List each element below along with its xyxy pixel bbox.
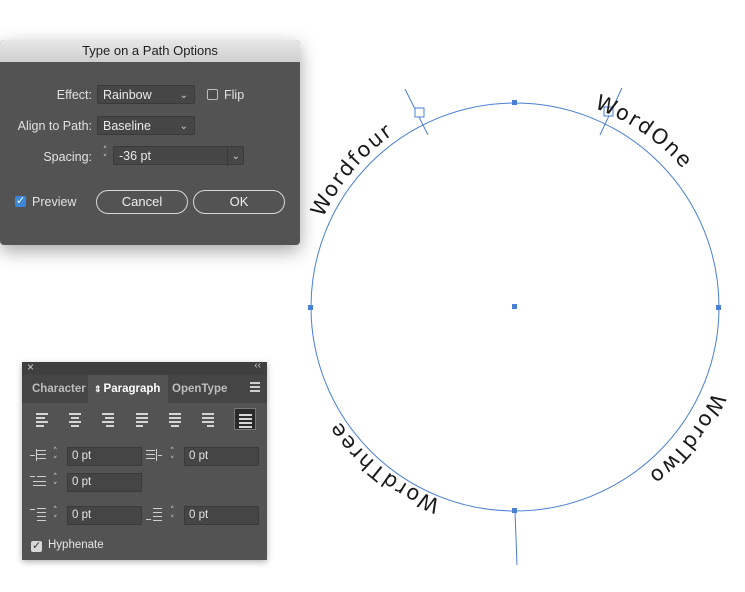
justify-last-left-button[interactable] [132,409,152,429]
anchor-bottom[interactable] [512,508,517,513]
anchor-right[interactable] [716,305,721,310]
center-bracket[interactable] [514,510,518,566]
paragraph-panel: × ‹‹ Character ⇕ Paragraph OpenType ˄ ˅ 0 … [22,360,267,560]
left-indent-field[interactable]: 0 pt [67,447,142,466]
panel-menu-icon[interactable] [250,382,260,394]
right-indent-field[interactable]: 0 pt [184,447,259,466]
tab-character[interactable]: Character [32,375,86,403]
panel-header-bar[interactable]: × ‹‹ [22,360,267,375]
first-line-indent-stepper-icon[interactable]: ˄ ˅ [53,474,58,492]
path-word-four: Wordfour [306,118,398,220]
flip-checkbox[interactable] [207,89,218,100]
type-on-path-dialog: Type on a Path Options Effect: Rainbow ⌄… [0,40,300,245]
first-line-indent-field[interactable]: 0 pt [67,473,142,492]
align-to-path-value: Baseline [103,119,151,133]
space-after-icon [146,507,162,523]
right-indent-stepper-icon[interactable]: ˄ ˅ [170,448,175,466]
flip-label: Flip [224,88,245,102]
justify-all-button[interactable] [234,408,256,430]
path-word-two: WordTwo [644,390,730,490]
effect-label: Effect: [56,88,92,102]
in-port[interactable] [414,107,425,118]
align-center-button[interactable] [65,409,85,429]
tab-paragraph[interactable]: ⇕ Paragraph [88,375,169,403]
space-before-field[interactable]: 0 pt [67,506,142,525]
center-point [512,304,517,309]
space-before-icon [30,507,46,523]
spacing-field[interactable]: -36 pt ⌄ [113,146,244,166]
path-word-one: WordOne [592,90,698,173]
align-to-path-dropdown[interactable]: Baseline ⌄ [97,116,195,135]
anchor-top[interactable] [512,100,517,105]
first-line-indent-icon [30,474,46,490]
preview-checkbox[interactable] [15,194,26,207]
tab-paragraph-label: Paragraph [103,383,161,395]
tab-opentype[interactable]: OpenType [172,375,227,403]
hyphenate-checkbox[interactable] [31,539,42,552]
cancel-button[interactable]: Cancel [96,190,188,214]
dialog-title[interactable]: Type on a Path Options [0,40,300,62]
chevron-down-icon[interactable]: ⌄ [226,147,240,166]
spacing-stepper-icon[interactable]: ˄ ˅ [99,147,111,166]
spacing-label: Spacing: [43,150,92,164]
right-indent-icon [146,448,162,464]
justify-last-center-button[interactable] [165,409,185,429]
anchor-left[interactable] [308,305,313,310]
align-left-button[interactable] [32,409,52,429]
spacing-value: -36 pt [119,149,151,163]
chevron-down-icon: ⌄ [179,121,188,132]
left-indent-icon [30,448,46,464]
close-icon[interactable]: × [27,360,34,374]
chevron-down-icon: ⌄ [179,90,188,101]
tab-expand-icon: ⇕ [94,384,102,394]
align-right-button[interactable] [98,409,118,429]
justify-last-right-button[interactable] [198,409,218,429]
path-word-three: WordThree [323,417,443,518]
collapse-icon[interactable]: ‹‹ [254,360,261,371]
left-indent-stepper-icon[interactable]: ˄ ˅ [53,448,58,466]
effect-dropdown[interactable]: Rainbow ⌄ [97,85,195,104]
space-before-stepper-icon[interactable]: ˄ ˅ [53,507,58,525]
space-after-field[interactable]: 0 pt [184,506,259,525]
ok-button[interactable]: OK [193,190,285,214]
panel-tabs: Character ⇕ Paragraph OpenType [22,375,267,403]
align-to-path-label: Align to Path: [17,119,92,133]
space-after-stepper-icon[interactable]: ˄ ˅ [170,507,175,525]
effect-value: Rainbow [103,88,152,102]
hyphenate-label: Hyphenate [48,539,104,551]
preview-label: Preview [32,195,77,209]
